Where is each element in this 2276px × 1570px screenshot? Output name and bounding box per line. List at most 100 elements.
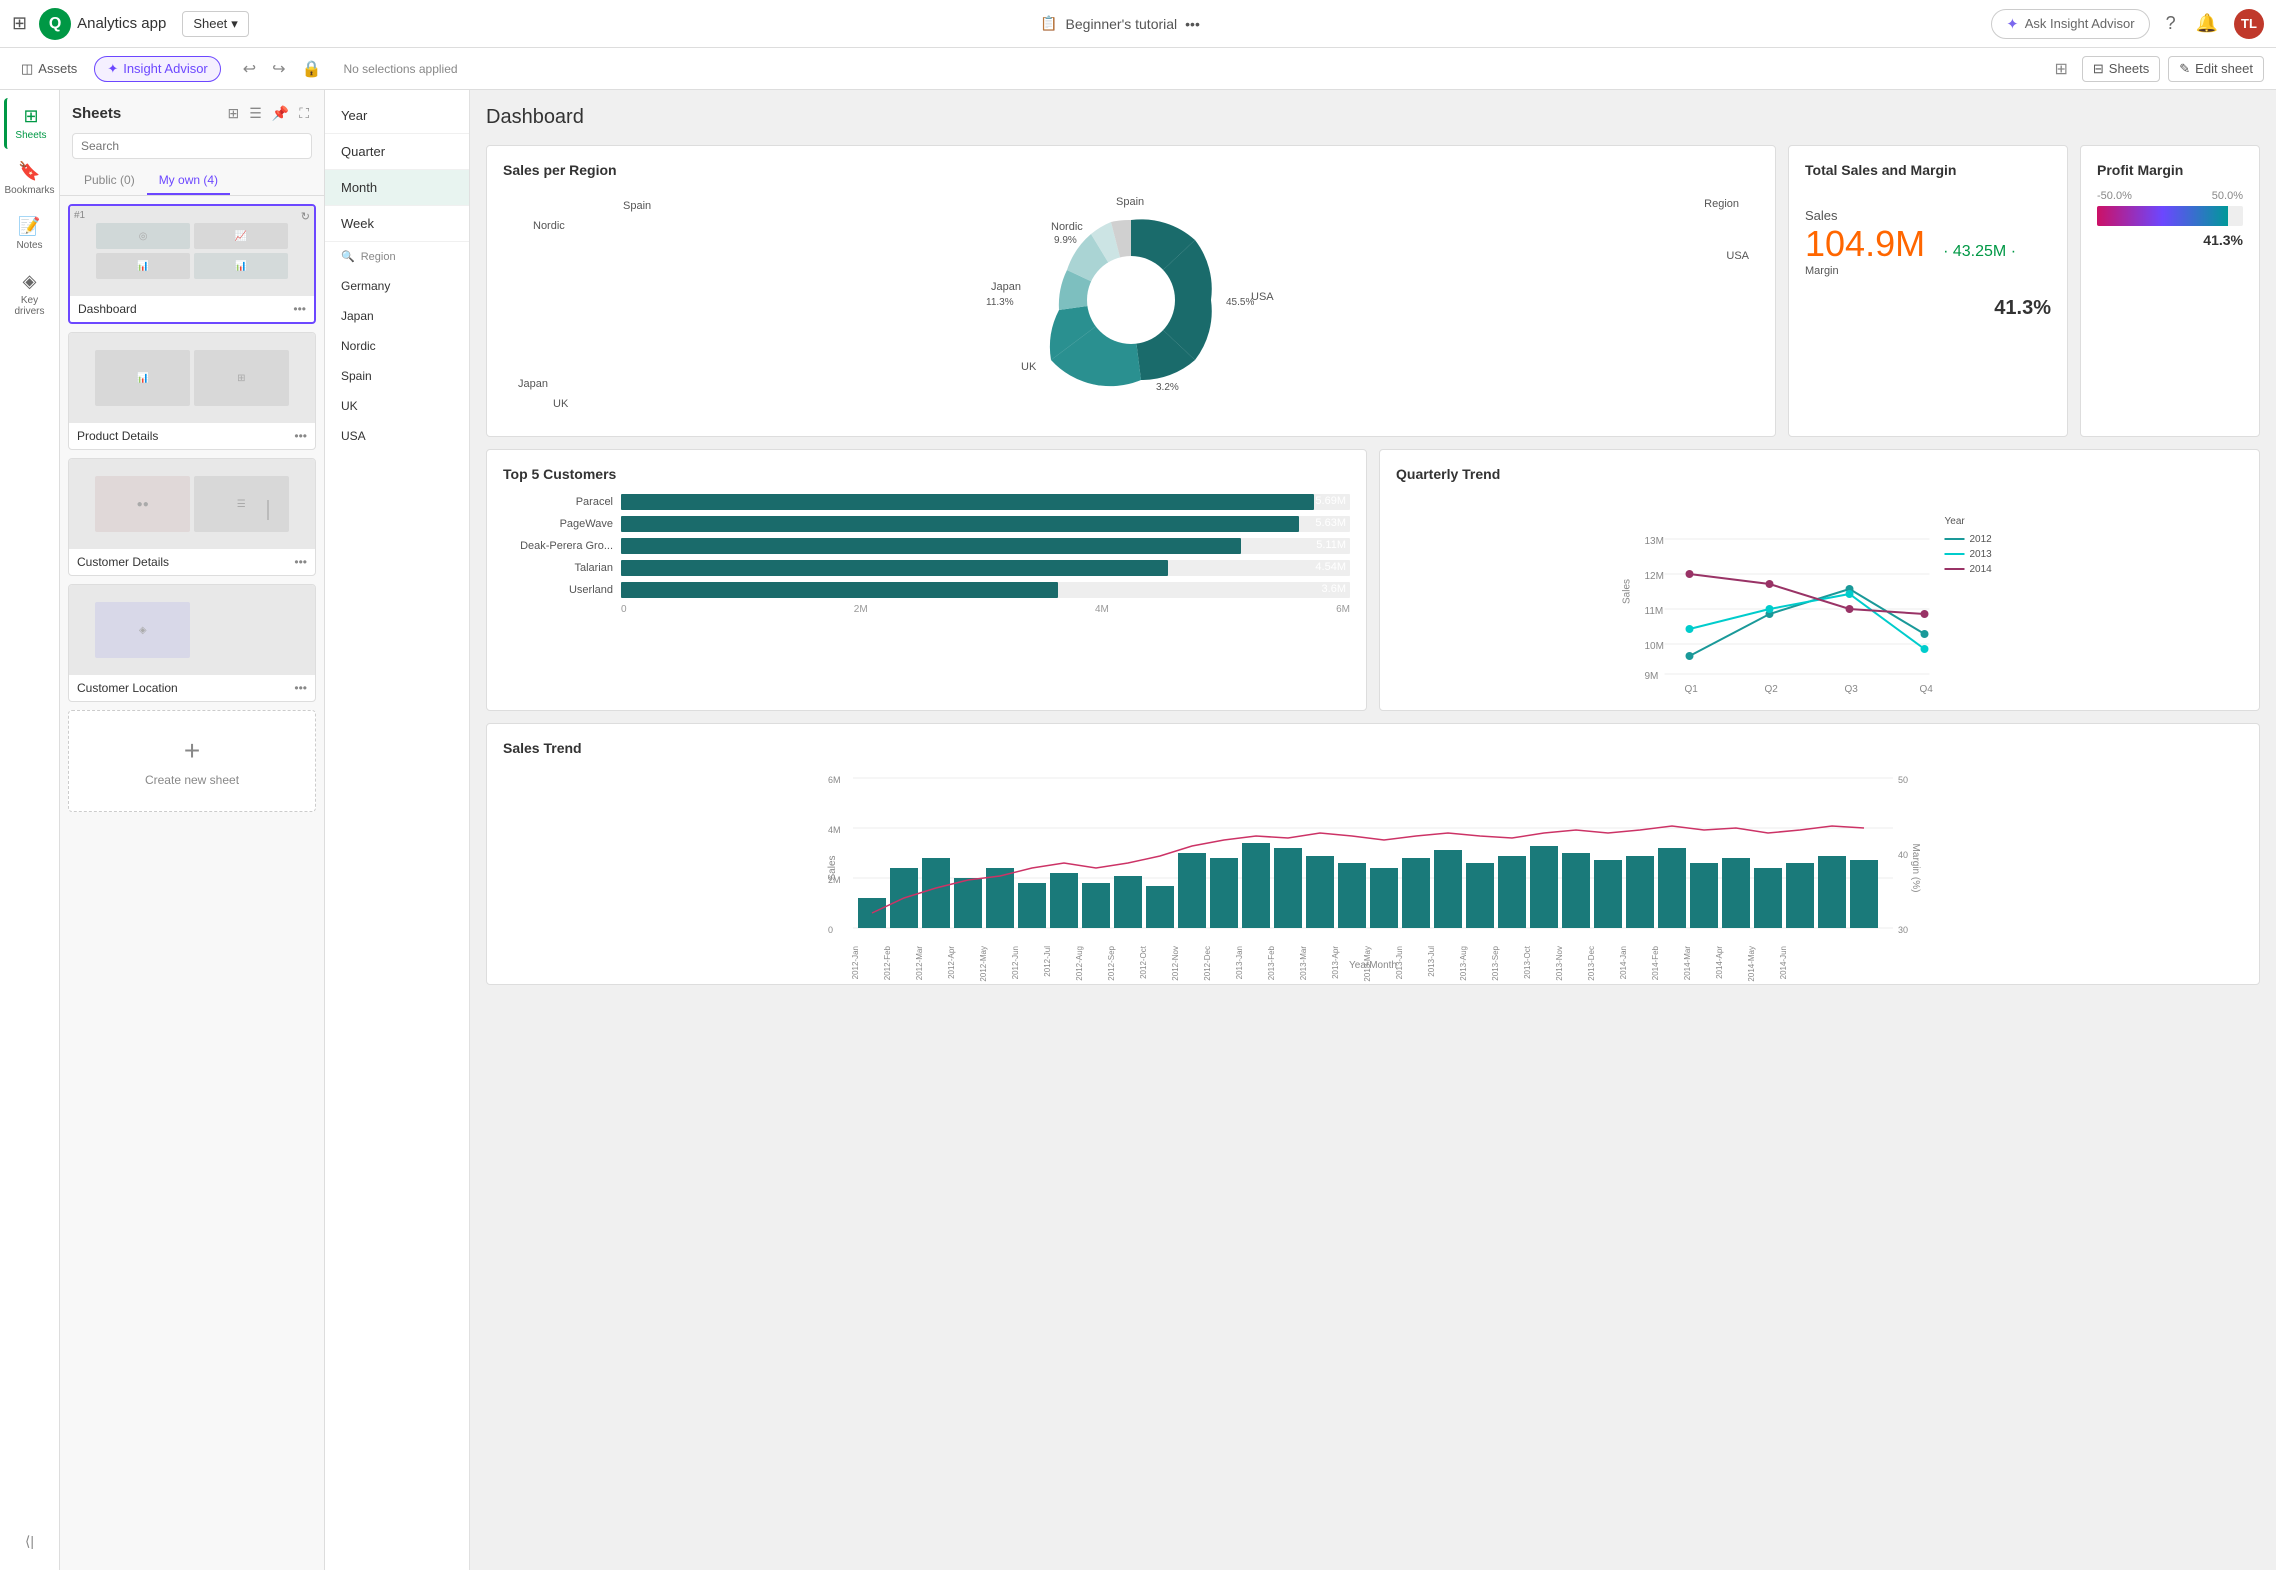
- filter-region-nordic[interactable]: Nordic: [325, 331, 469, 361]
- svg-text:Q2: Q2: [1765, 684, 1779, 695]
- ask-insight-button[interactable]: ✦ Ask Insight Advisor: [1991, 9, 2149, 39]
- sidebar-item-bookmarks[interactable]: 🔖 Bookmarks: [4, 153, 56, 204]
- sheet-label-dashboard: Dashboard •••: [70, 296, 314, 322]
- filter-month[interactable]: Month: [325, 170, 469, 206]
- svg-text:2014-Mar: 2014-Mar: [1683, 946, 1692, 981]
- user-avatar[interactable]: TL: [2234, 9, 2264, 39]
- sidebar-item-sheets[interactable]: ⊞ Sheets: [4, 98, 56, 149]
- filter-region-uk[interactable]: UK: [325, 391, 469, 421]
- main-layout: ⊞ Sheets 🔖 Bookmarks 📝 Notes ◈ Key drive…: [0, 90, 2276, 1570]
- svg-text:6M: 6M: [828, 775, 841, 785]
- svg-text:2014-Feb: 2014-Feb: [1651, 945, 1660, 980]
- quarterly-trend-chart: 9M 10M 11M 12M 13M Q1 Q2: [1396, 494, 2243, 694]
- filter-region-spain[interactable]: Spain: [325, 361, 469, 391]
- insight-advisor-button[interactable]: ✦ Insight Advisor: [94, 56, 220, 82]
- profit-bar-container: -50.0% 50.0% 41.3%: [2097, 190, 2243, 248]
- svg-text:2014-Jun: 2014-Jun: [1779, 946, 1788, 979]
- grid-view-icon[interactable]: ⊞: [2048, 55, 2073, 83]
- sheet-more-product-details[interactable]: •••: [294, 429, 307, 443]
- svg-text:Q1: Q1: [1685, 684, 1699, 695]
- profit-bar: [2097, 206, 2243, 226]
- sheet-more-customer-location[interactable]: •••: [294, 681, 307, 695]
- help-icon[interactable]: ?: [2162, 9, 2180, 38]
- sheets-list: #1 ◎ 📈 📊 📊 ↻ Dashboard •••: [60, 196, 324, 1570]
- filter-region-germany[interactable]: Germany: [325, 271, 469, 301]
- sheet-thumbnail-customer-location: ◈: [69, 585, 315, 675]
- svg-text:Japan: Japan: [991, 281, 1021, 293]
- edit-sheet-button[interactable]: ✎ Edit sheet: [2168, 56, 2264, 82]
- bar-axis: 02M4M6M: [503, 604, 1350, 615]
- svg-text:11.3%: 11.3%: [986, 297, 1014, 308]
- sidebar-item-notes[interactable]: 📝 Notes: [4, 208, 56, 259]
- grid-view-button[interactable]: ⊞: [224, 102, 242, 125]
- tab-public[interactable]: Public (0): [72, 167, 147, 195]
- create-sheet-label: Create new sheet: [145, 773, 239, 787]
- back-icon[interactable]: ↩: [237, 55, 262, 83]
- list-view-button[interactable]: ☰: [246, 102, 265, 125]
- sheet-item-customer-location[interactable]: ◈ Customer Location •••: [68, 584, 316, 702]
- svg-text:13M: 13M: [1645, 536, 1664, 547]
- sheets-button[interactable]: ⊟ Sheets: [2082, 56, 2160, 82]
- svg-text:2013: 2013: [1970, 549, 1993, 560]
- sheet-more-customer-details[interactable]: •••: [294, 555, 307, 569]
- svg-text:Sales: Sales: [1622, 579, 1633, 604]
- create-sheet-button[interactable]: + Create new sheet: [68, 710, 316, 812]
- customer-bar-talarian: Talarian 4.54M: [503, 560, 1350, 576]
- sheet-thumbnail-product-details: 📊 ⊞: [69, 333, 315, 423]
- svg-text:2014: 2014: [1970, 564, 1993, 575]
- svg-text:2012-Dec: 2012-Dec: [1203, 946, 1212, 981]
- profit-margin-card: Profit Margin -50.0% 50.0% 41.3%: [2080, 145, 2260, 437]
- assets-button[interactable]: ◫ Assets: [12, 56, 86, 82]
- assets-icon: ◫: [21, 61, 33, 77]
- customer-bar-deak-perera: Deak-Perera Gro... 5.11M: [503, 538, 1350, 554]
- sheet-item-customer-details[interactable]: ●● ☰ Customer Details •••: [68, 458, 316, 576]
- pin-button[interactable]: 📌: [269, 102, 292, 125]
- svg-text:45.5%: 45.5%: [1226, 297, 1254, 308]
- sheet-thumbnail-dashboard: #1 ◎ 📈 📊 📊 ↻: [70, 206, 314, 296]
- tutorial-label: Beginner's tutorial: [1066, 16, 1178, 32]
- filter-year[interactable]: Year: [325, 98, 469, 134]
- sheet-label-product-details: Product Details •••: [69, 423, 315, 449]
- svg-text:2014-Apr: 2014-Apr: [1715, 946, 1724, 979]
- svg-text:2013-Nov: 2013-Nov: [1555, 946, 1564, 981]
- margin-label: Margin: [1805, 265, 2051, 277]
- nav-collapse-button[interactable]: ⟨|: [13, 1521, 46, 1562]
- sales-per-region-title: Sales per Region: [503, 162, 1759, 178]
- donut-chart: USA 45.5% UK 26.9% Japan 11.3% Nordic 9.…: [503, 190, 1759, 410]
- grid-menu-icon[interactable]: ⊞: [12, 13, 27, 34]
- svg-text:2013-Feb: 2013-Feb: [1267, 945, 1276, 980]
- quarterly-trend-card: Quarterly Trend 9M 10M 11M 12M 13M: [1379, 449, 2260, 711]
- sheet-more-dashboard[interactable]: •••: [293, 302, 306, 316]
- svg-text:2012-Sep: 2012-Sep: [1107, 945, 1116, 980]
- filter-region-usa[interactable]: USA: [325, 421, 469, 451]
- more-options-icon[interactable]: •••: [1185, 16, 1200, 32]
- filter-quarter[interactable]: Quarter: [325, 134, 469, 170]
- svg-text:2013-Dec: 2013-Dec: [1587, 946, 1596, 981]
- expand-button[interactable]: ⛶: [296, 102, 312, 125]
- lock-icon[interactable]: 🔒: [296, 55, 328, 83]
- nav-right: ✦ Ask Insight Advisor ? 🔔 TL: [1991, 9, 2264, 39]
- svg-text:2012-Jan: 2012-Jan: [851, 946, 860, 979]
- filter-region-japan[interactable]: Japan: [325, 301, 469, 331]
- app-name: Analytics app: [77, 15, 166, 32]
- svg-text:2012-Nov: 2012-Nov: [1171, 946, 1180, 981]
- notes-nav-label: Notes: [16, 240, 42, 251]
- customer-bar-paracel: Paracel 5.69M: [503, 494, 1350, 510]
- svg-text:4M: 4M: [828, 825, 841, 835]
- notifications-icon[interactable]: 🔔: [2192, 9, 2222, 38]
- forward-icon[interactable]: ↪: [266, 55, 291, 83]
- sheet-dropdown[interactable]: Sheet ▾: [182, 11, 249, 37]
- top-nav: ⊞ Q Analytics app Sheet ▾ 📋 Beginner's t…: [0, 0, 2276, 48]
- svg-text:2012: 2012: [1970, 534, 1993, 545]
- filter-week[interactable]: Week: [325, 206, 469, 242]
- sidebar-item-key-drivers[interactable]: ◈ Key drivers: [4, 263, 56, 325]
- search-input[interactable]: [72, 133, 312, 159]
- sheets-nav-icon: ⊞: [23, 106, 38, 127]
- svg-text:2013-Apr: 2013-Apr: [1331, 946, 1340, 979]
- tab-my-own[interactable]: My own (4): [147, 167, 230, 195]
- search-small-icon: 🔍: [341, 250, 355, 263]
- sheet-item-dashboard[interactable]: #1 ◎ 📈 📊 📊 ↻ Dashboard •••: [68, 204, 316, 324]
- sheet-label-customer-details: Customer Details •••: [69, 549, 315, 575]
- main-content: Dashboard Sales per Region Region: [470, 90, 2276, 1570]
- sheet-item-product-details[interactable]: 📊 ⊞ Product Details •••: [68, 332, 316, 450]
